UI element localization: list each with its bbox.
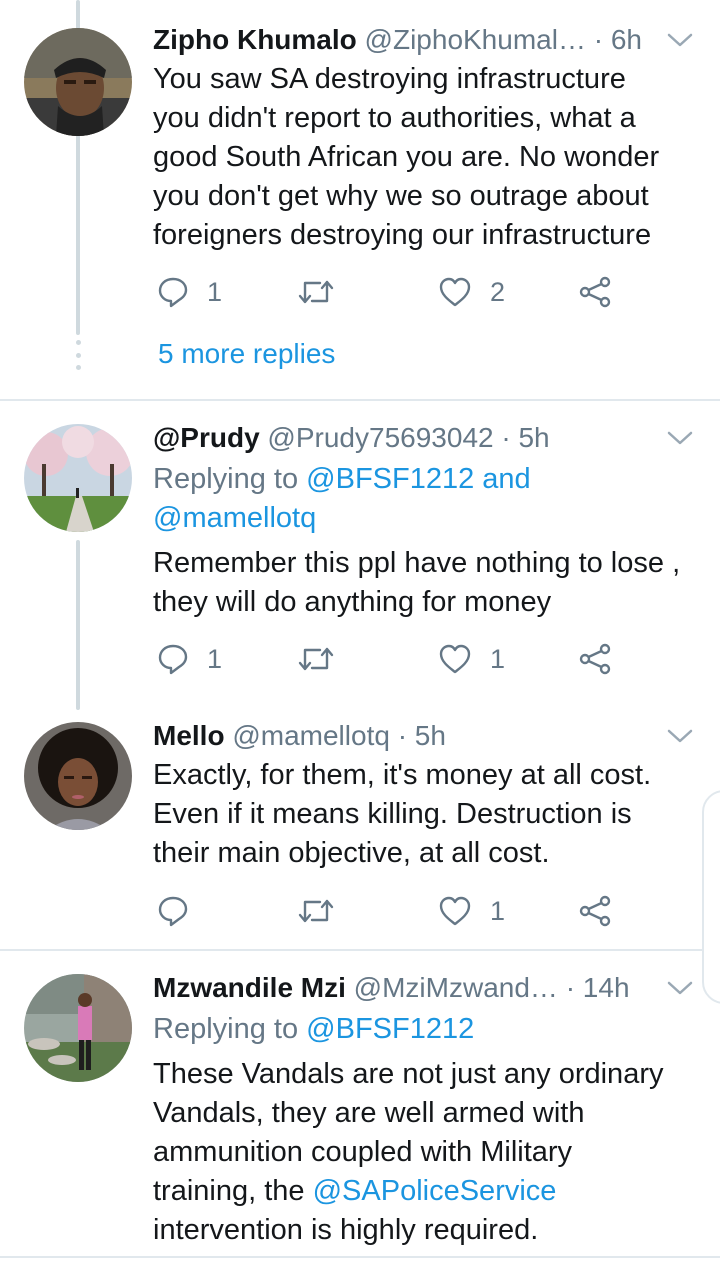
replying-to-label: Replying to — [153, 463, 307, 495]
tweet-header[interactable]: Mello @mamellotq · 5h — [153, 718, 662, 754]
handle-and-time: @MziMzwand… · 14h — [345, 972, 630, 1003]
replying-to: Replying to @BFSF1212 and @mamellotq — [153, 460, 531, 538]
conversation-page: Zipho Khumalo @ZiphoKhumal… · 6h You saw… — [0, 0, 720, 1265]
share-icon — [579, 895, 611, 927]
tweet-header[interactable]: Zipho Khumalo @ZiphoKhumal… · 6h — [153, 22, 662, 58]
thread-line-mid — [76, 540, 80, 710]
reply-count: 1 — [207, 643, 223, 674]
avatar[interactable] — [24, 974, 132, 1082]
reply-button[interactable]: 1 — [157, 639, 222, 679]
like-button[interactable]: 1 — [438, 639, 505, 679]
mention-link[interactable]: @BFSF1212 — [306, 1013, 474, 1045]
tweet-header[interactable]: Mzwandile Mzi @MziMzwand… · 14h — [153, 970, 662, 1006]
mention-link[interactable]: @SAPoliceService — [313, 1175, 557, 1207]
reply-icon — [158, 644, 188, 675]
reply-count: 1 — [207, 276, 223, 307]
text-line: you didn't report to authorities, what a — [153, 102, 636, 134]
retweet-icon — [298, 280, 334, 304]
text-line: you don't get why we so outrage about — [153, 180, 649, 212]
text-line: You saw SA destroying infrastructure — [153, 63, 626, 95]
text-line: training, the @SAPoliceService — [153, 1172, 693, 1211]
display-name[interactable]: Zipho Khumalo — [153, 24, 357, 55]
tweet-text: You saw SA destroying infrastructure you… — [153, 60, 693, 255]
like-count: 2 — [490, 276, 506, 307]
thread-dots — [74, 340, 82, 370]
text-line: Exactly, for them, it's money at all cos… — [153, 759, 652, 791]
heart-icon — [439, 644, 471, 674]
share-icon — [579, 643, 611, 675]
tweet-text: Exactly, for them, it's money at all cos… — [153, 756, 693, 873]
divider — [0, 399, 720, 401]
tweet-text: Remember this ppl have nothing to lose ,… — [153, 544, 693, 622]
retweet-button[interactable] — [298, 639, 352, 679]
text-line: their main objective, at all cost. — [153, 837, 550, 869]
text-line: Remember this ppl have nothing to lose , — [153, 547, 681, 579]
mention-link[interactable]: @BFSF1212 and — [306, 463, 531, 495]
tweet-actions: 1 1 — [0, 639, 720, 679]
retweet-button[interactable] — [298, 272, 352, 312]
text-line: intervention is highly required. — [153, 1214, 539, 1246]
display-name[interactable]: Mzwandile Mzi — [153, 972, 346, 1003]
reply-button[interactable]: 1 — [157, 272, 222, 312]
replying-to: Replying to @BFSF1212 — [153, 1010, 474, 1049]
share-button[interactable] — [578, 272, 612, 312]
divider — [0, 949, 720, 951]
avatar[interactable] — [24, 424, 132, 532]
mention-link[interactable]: @mamellotq — [153, 502, 316, 534]
text-line: foreigners destroying our infrastructure — [153, 219, 652, 251]
divider — [0, 1256, 720, 1258]
tweet-actions: 1 2 — [0, 272, 720, 312]
text-line: Vandals, they are well armed with — [153, 1097, 585, 1129]
scroll-handle[interactable] — [702, 790, 720, 1004]
text-line: they will do anything for money — [153, 586, 552, 618]
chevron-down-icon[interactable] — [666, 978, 694, 998]
retweet-icon — [298, 899, 334, 923]
avatar[interactable] — [24, 722, 132, 830]
retweet-button[interactable] — [298, 891, 352, 931]
handle-and-time: @ZiphoKhumal… · 6h — [356, 24, 642, 55]
tweet-text: These Vandals are not just any ordinary … — [153, 1055, 693, 1250]
reply-button[interactable] — [157, 891, 207, 931]
chevron-down-icon[interactable] — [666, 30, 694, 50]
tweet-actions: 1 — [0, 891, 720, 931]
like-count: 1 — [490, 643, 506, 674]
replying-to-label: Replying to — [153, 1013, 307, 1045]
like-count: 1 — [490, 895, 506, 926]
text-fragment: training, the — [153, 1175, 313, 1207]
text-line: ammunition coupled with Military — [153, 1136, 573, 1168]
share-button[interactable] — [578, 639, 612, 679]
display-name[interactable]: Mello — [153, 720, 225, 751]
handle-and-time: @Prudy75693042 · 5h — [259, 422, 550, 453]
chevron-down-icon[interactable] — [666, 428, 694, 448]
reply-icon — [158, 277, 188, 308]
heart-icon — [439, 277, 471, 307]
reply-icon — [158, 896, 188, 927]
avatar[interactable] — [24, 28, 132, 136]
text-line: Even if it means killing. Destruction is — [153, 798, 632, 830]
chevron-down-icon[interactable] — [666, 726, 694, 746]
display-name[interactable]: @Prudy — [153, 422, 260, 453]
heart-icon — [439, 896, 471, 926]
share-icon — [579, 276, 611, 308]
text-line: These Vandals are not just any ordinary — [153, 1058, 664, 1090]
like-button[interactable]: 2 — [438, 272, 505, 312]
more-replies-link[interactable]: 5 more replies — [158, 338, 335, 370]
tweet-header[interactable]: @Prudy @Prudy75693042 · 5h — [153, 420, 662, 456]
text-line: good South African you are. No wonder — [153, 141, 660, 173]
handle-and-time: @mamellotq · 5h — [224, 720, 446, 751]
like-button[interactable]: 1 — [438, 891, 505, 931]
share-button[interactable] — [578, 891, 612, 931]
retweet-icon — [298, 647, 334, 671]
